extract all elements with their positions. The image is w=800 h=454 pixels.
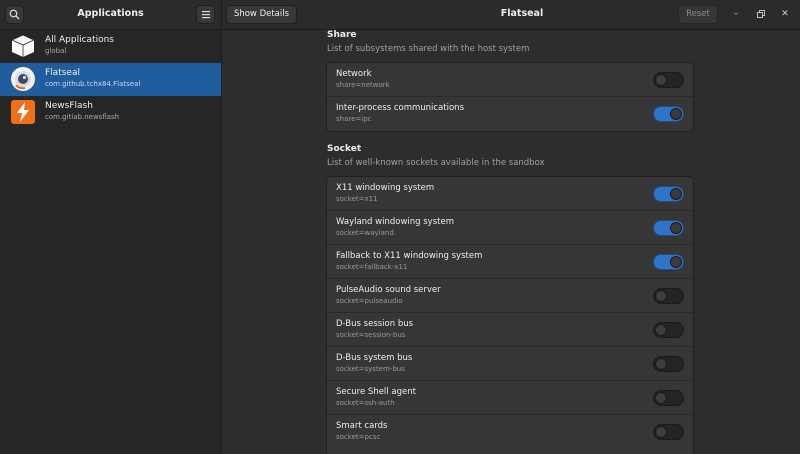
sidebar-title: Applications	[0, 8, 221, 19]
row-subtitle: socket=pcsc	[336, 433, 380, 441]
permission-row-ssh-auth[interactable]: Secure Shell agent socket=ssh-auth	[327, 381, 693, 415]
permission-row-network[interactable]: Network share=network	[327, 63, 693, 97]
row-subtitle: socket=fallback-x11	[336, 263, 407, 271]
toggle-knob	[655, 74, 667, 86]
permission-row-pulseaudio[interactable]: PulseAudio sound server socket=pulseaudi…	[327, 279, 693, 313]
pcsc-toggle[interactable]	[653, 424, 684, 440]
pulseaudio-toggle[interactable]	[653, 288, 684, 304]
row-title: D-Bus session bus	[336, 319, 413, 329]
toggle-knob	[670, 108, 682, 120]
permission-row-session-bus[interactable]: D-Bus session bus socket=session-bus	[327, 313, 693, 347]
share-section-title: Share	[327, 30, 357, 40]
row-subtitle: socket=session-bus	[336, 331, 405, 339]
network-toggle[interactable]	[653, 72, 684, 88]
toggle-knob	[655, 358, 667, 370]
permission-row-system-bus[interactable]: D-Bus system bus socket=system-bus	[327, 347, 693, 381]
restore-icon	[757, 10, 765, 18]
close-button[interactable]: ✕	[778, 7, 792, 21]
wayland-toggle[interactable]	[653, 220, 684, 236]
row-subtitle: socket=x11	[336, 195, 378, 203]
app-name: All Applications	[45, 35, 114, 45]
row-title: X11 windowing system	[336, 183, 434, 193]
toggle-knob	[655, 392, 667, 404]
reset-button[interactable]: Reset	[678, 5, 718, 24]
socket-section-title: Socket	[327, 144, 361, 154]
toggle-knob	[670, 256, 682, 268]
share-section-description: List of subsystems shared with the host …	[327, 44, 529, 54]
ssh-auth-toggle[interactable]	[653, 390, 684, 406]
menu-button[interactable]	[196, 5, 215, 24]
sidebar-header: Applications	[0, 0, 222, 29]
toggle-knob	[655, 426, 667, 438]
row-title: Fallback to X11 windowing system	[336, 251, 482, 261]
app-id: com.github.tchx84.Flatseal	[45, 80, 140, 88]
minimize-button[interactable]: –	[729, 7, 743, 21]
show-details-button[interactable]: Show Details	[226, 5, 297, 24]
row-subtitle: socket=system-bus	[336, 365, 405, 373]
toggle-knob	[670, 222, 682, 234]
close-icon: ✕	[781, 9, 789, 19]
header-bar: Applications Show Details Flatseal Reset…	[0, 0, 800, 30]
row-title: Smart cards	[336, 421, 387, 431]
flatseal-app-icon	[10, 66, 36, 92]
app-id: global	[45, 47, 66, 55]
row-title: Network	[336, 69, 372, 79]
row-title: Inter-process communications	[336, 103, 464, 113]
toggle-knob	[655, 324, 667, 336]
socket-list: X11 windowing system socket=x11 Wayland …	[326, 176, 694, 454]
row-title: Wayland windowing system	[336, 217, 454, 227]
toggle-knob	[655, 290, 667, 302]
row-title: D-Bus system bus	[336, 353, 412, 363]
socket-section-description: List of well-known sockets available in …	[327, 158, 545, 168]
permission-row-fallback-x11[interactable]: Fallback to X11 windowing system socket=…	[327, 245, 693, 279]
share-list: Network share=network Inter-process comm…	[326, 62, 694, 132]
row-subtitle: share=ipc	[336, 115, 372, 123]
system-bus-toggle[interactable]	[653, 356, 684, 372]
row-subtitle: socket=wayland	[336, 229, 394, 237]
app-name: NewsFlash	[45, 101, 93, 111]
row-title: Secure Shell agent	[336, 387, 416, 397]
newsflash-app-icon	[10, 99, 36, 125]
permissions-panel[interactable]: Share List of subsystems shared with the…	[222, 30, 800, 454]
row-subtitle: socket=pulseaudio	[336, 297, 403, 305]
permission-row-wayland[interactable]: Wayland windowing system socket=wayland	[327, 211, 693, 245]
permission-row-pcsc[interactable]: Smart cards socket=pcsc	[327, 415, 693, 449]
permission-row-x11[interactable]: X11 windowing system socket=x11	[327, 177, 693, 211]
app-row-all-applications[interactable]: All Applications global	[0, 30, 221, 63]
session-bus-toggle[interactable]	[653, 322, 684, 338]
app-row-newsflash[interactable]: NewsFlash com.gitlab.newsflash	[0, 96, 221, 129]
app-name: Flatseal	[45, 68, 80, 78]
row-title: PulseAudio sound server	[336, 285, 441, 295]
minimize-icon: –	[734, 9, 739, 19]
row-subtitle: share=network	[336, 81, 390, 89]
box-icon	[10, 33, 36, 59]
app-row-flatseal[interactable]: Flatseal com.github.tchx84.Flatseal	[0, 63, 221, 96]
ipc-toggle[interactable]	[653, 106, 684, 122]
permission-row-ipc[interactable]: Inter-process communications share=ipc	[327, 97, 693, 131]
row-subtitle: socket=ssh-auth	[336, 399, 395, 407]
toggle-knob	[670, 188, 682, 200]
app-id: com.gitlab.newsflash	[45, 113, 119, 121]
applications-sidebar: All Applications global Flatseal com.git…	[0, 30, 222, 454]
fallback-x11-toggle[interactable]	[653, 254, 684, 270]
x11-toggle[interactable]	[653, 186, 684, 202]
hamburger-menu-icon	[201, 10, 211, 19]
maximize-button[interactable]	[754, 7, 768, 21]
